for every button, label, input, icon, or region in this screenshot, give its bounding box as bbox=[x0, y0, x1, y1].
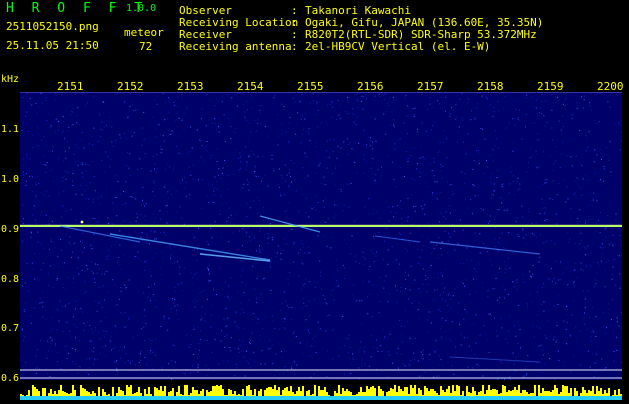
app-version: 1.0.0 bbox=[126, 4, 156, 14]
right-margin bbox=[622, 92, 629, 400]
carrier-marker bbox=[81, 221, 84, 224]
waterfall-spectrogram bbox=[20, 92, 622, 380]
signal-level-strip bbox=[20, 380, 622, 400]
meteor-trace-5 bbox=[375, 236, 420, 242]
signal-level-bars bbox=[20, 380, 622, 400]
y-tick-0-7: 0.7 bbox=[1, 323, 19, 334]
meteor-count: 72 bbox=[139, 41, 152, 52]
meteor-trace-4 bbox=[260, 216, 320, 232]
y-tick-0-6: 0.6 bbox=[1, 373, 19, 384]
header-panel: H R O F F T 1.0.0 2511052150.png 25.11.0… bbox=[0, 0, 629, 72]
meteor-trace-1 bbox=[110, 234, 270, 260]
y-tick-1-0: 1.0 bbox=[1, 174, 19, 185]
mode-label: meteor bbox=[124, 27, 164, 38]
antenna-label: Receiving antenna bbox=[179, 40, 292, 53]
waterfall-canvas bbox=[20, 92, 622, 380]
meteor-trace-3 bbox=[200, 254, 270, 261]
meteor-trace-7 bbox=[450, 357, 540, 362]
y-tick-0-9: 0.9 bbox=[1, 224, 19, 235]
meteor-trace-2 bbox=[60, 226, 140, 242]
antenna-sep: : bbox=[291, 40, 298, 53]
y-axis-strip bbox=[0, 92, 20, 400]
capture-datetime: 25.11.05 21:50 bbox=[6, 40, 99, 51]
file-name: 2511052150.png bbox=[6, 21, 99, 32]
y-tick-1-1: 1.1 bbox=[1, 124, 19, 135]
y-axis-unit: kHz bbox=[1, 74, 19, 85]
y-tick-0-8: 0.8 bbox=[1, 274, 19, 285]
antenna-value: 2el-HB9CV Vertical (el. E-W) bbox=[305, 40, 490, 53]
meteor-trace-6 bbox=[430, 242, 540, 254]
